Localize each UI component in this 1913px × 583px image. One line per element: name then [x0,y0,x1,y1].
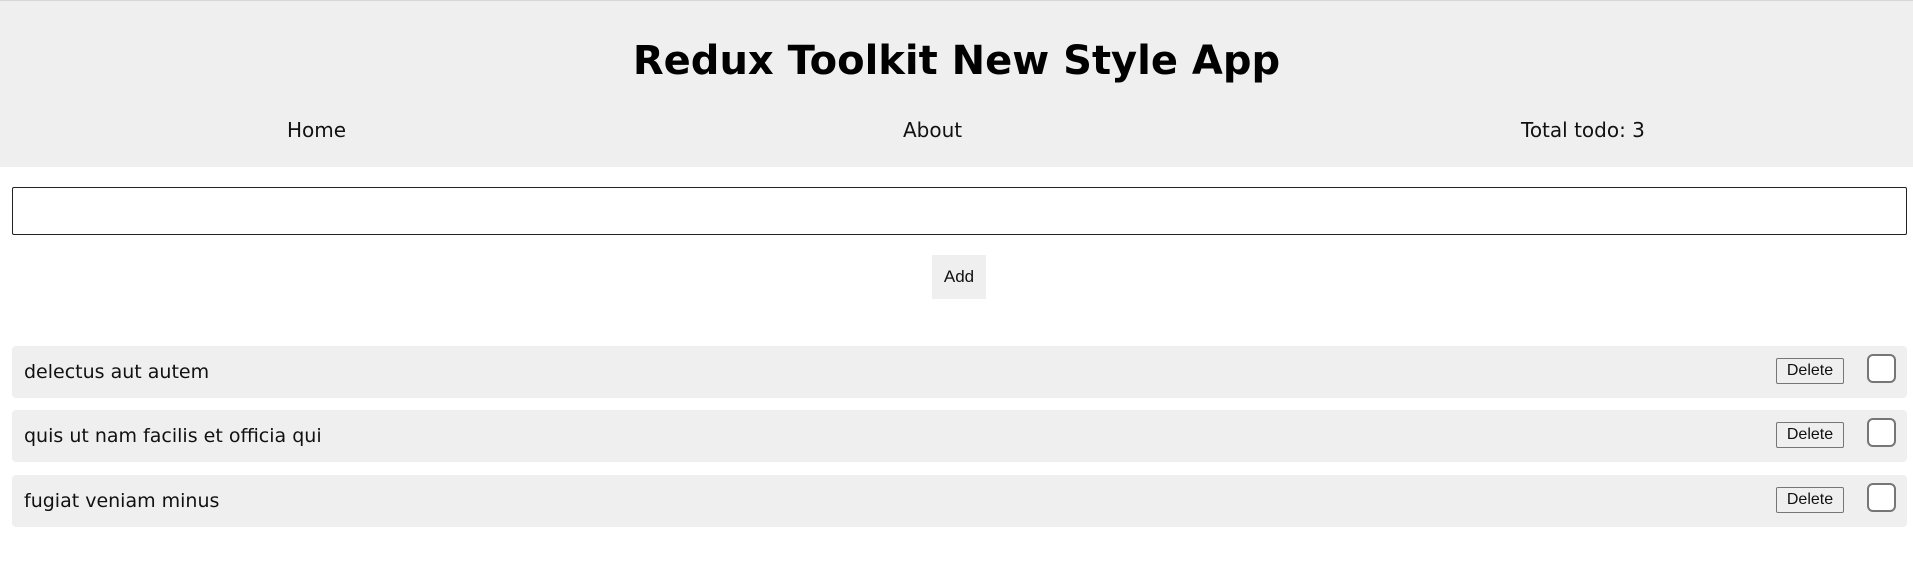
todo-text: delectus aut autem [24,361,210,383]
app-title: Redux Toolkit New Style App [632,38,1281,84]
todo-item: quis ut nam facilis et officia qui Delet… [12,410,1907,462]
delete-button[interactable]: Delete [1776,487,1844,513]
todo-checkbox[interactable] [1867,418,1896,447]
todo-item: fugiat veniam minus Delete [12,475,1907,527]
nav-link-about[interactable]: About [903,117,962,143]
total-todo-count: Total todo: 3 [1521,118,1645,142]
add-button[interactable]: Add [932,255,986,299]
delete-button[interactable]: Delete [1776,358,1844,384]
todo-item: delectus aut autem Delete [12,346,1907,398]
todo-text: quis ut nam facilis et officia qui [24,425,322,447]
delete-button[interactable]: Delete [1776,422,1844,448]
todo-checkbox[interactable] [1867,354,1896,383]
todo-checkbox[interactable] [1867,483,1896,512]
todo-input[interactable] [12,187,1907,235]
app-header: Redux Toolkit New Style App Home About T… [0,0,1913,167]
todo-text: fugiat veniam minus [24,490,220,512]
nav-link-home[interactable]: Home [287,117,346,143]
